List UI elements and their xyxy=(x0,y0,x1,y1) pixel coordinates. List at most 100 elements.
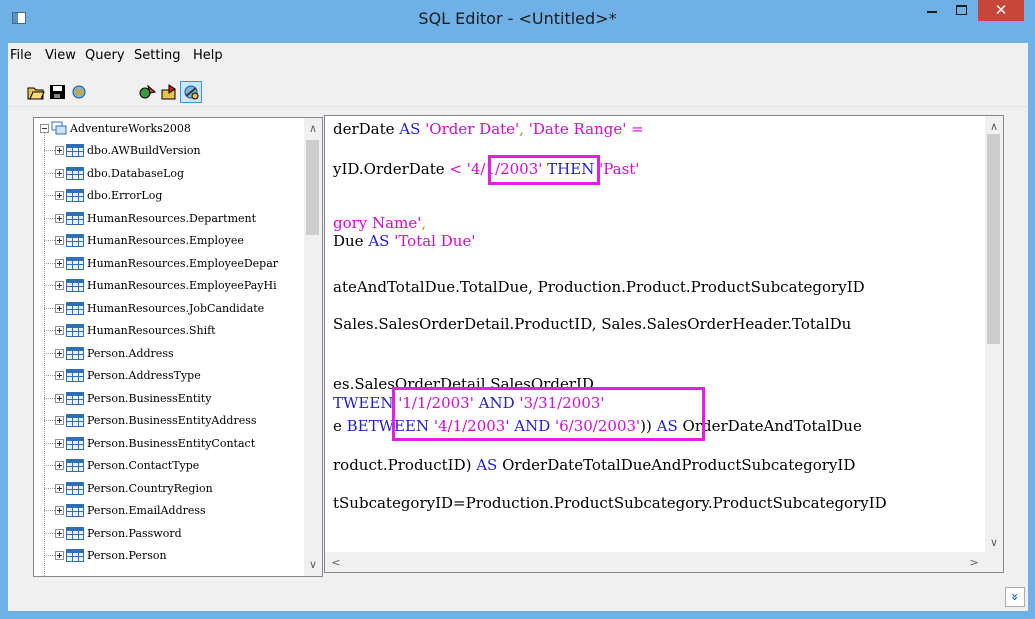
scroll-right-icon[interactable]: > xyxy=(965,554,983,571)
expand-icon[interactable] xyxy=(55,348,64,358)
tree-item-label: HumanResources.EmployeePayHi xyxy=(87,279,277,292)
close-button[interactable]: ✕ xyxy=(978,0,1024,21)
expand-panel-button[interactable]: » xyxy=(1005,587,1025,607)
tree-item-label: dbo.ErrorLog xyxy=(87,189,163,202)
expand-icon[interactable] xyxy=(55,146,64,155)
schema-tree-content: AdventureWorks2008 dbo.AWBuildVersion dbo… xyxy=(34,118,304,576)
tree-item[interactable]: Person.Address xyxy=(34,343,304,365)
maximize-button[interactable] xyxy=(948,0,976,22)
table-icon xyxy=(66,324,84,337)
refresh-button[interactable] xyxy=(68,81,90,103)
tree-item[interactable]: Person.AddressType xyxy=(34,365,304,387)
table-icon xyxy=(66,526,84,540)
sql-code[interactable]: derDate AS 'Order Date', 'Date Range' = … xyxy=(333,116,887,512)
menu-view[interactable]: View xyxy=(45,48,76,63)
expand-icon[interactable] xyxy=(55,438,64,448)
expand-icon[interactable] xyxy=(55,303,64,313)
code-line: gory Name', xyxy=(333,214,427,232)
expand-icon[interactable] xyxy=(55,213,64,223)
table-icon xyxy=(66,301,84,315)
connect-button[interactable] xyxy=(180,81,202,103)
tree-item[interactable]: dbo.DatabaseLog xyxy=(34,163,304,185)
refresh-icon xyxy=(72,85,86,99)
expand-icon[interactable] xyxy=(55,281,64,290)
code-line: ateAndTotalDue.TotalDue, Production.Prod… xyxy=(333,278,865,296)
expand-icon[interactable] xyxy=(55,326,64,335)
tree-item[interactable]: Person.BusinessEntity xyxy=(34,388,304,410)
tree-item[interactable]: dbo.ErrorLog xyxy=(34,185,304,207)
editor-scroll-thumb[interactable] xyxy=(987,134,1000,344)
expand-icon[interactable] xyxy=(55,416,64,425)
code-line: derDate AS 'Order Date', 'Date Range' = xyxy=(333,120,644,138)
tree-item[interactable]: Person.Password xyxy=(34,523,304,545)
tree-item[interactable]: HumanResources.EmployeePayHi xyxy=(34,275,304,297)
tree-item-label: HumanResources.EmployeeDepar xyxy=(87,256,279,270)
tree-item-label: Person.CountryRegion xyxy=(87,481,213,495)
tree-item[interactable]: HumanResources.Employee xyxy=(34,230,304,252)
expand-icon[interactable] xyxy=(55,258,64,268)
menu-setting[interactable]: Setting xyxy=(134,48,181,63)
connect-icon xyxy=(184,85,199,100)
tree-item[interactable]: HumanResources.JobCandidate xyxy=(34,298,304,320)
tree-item-label: Person.Address xyxy=(87,346,174,360)
expand-icon[interactable] xyxy=(55,191,64,200)
tree-item[interactable]: Person.BusinessEntityAddress xyxy=(34,410,304,432)
save-button[interactable] xyxy=(46,81,68,103)
scroll-down-icon[interactable]: ∨ xyxy=(304,556,322,573)
collapse-icon[interactable] xyxy=(40,124,49,133)
table-icon xyxy=(66,481,84,495)
import-icon xyxy=(161,84,176,100)
table-icon xyxy=(66,414,84,427)
expand-icon[interactable] xyxy=(55,528,64,538)
tree-item-label: Person.EmailAddress xyxy=(87,504,206,517)
tree-item[interactable]: Person.CountryRegion xyxy=(34,478,304,500)
close-icon: ✕ xyxy=(994,1,1008,19)
expand-icon[interactable] xyxy=(55,461,64,470)
tree-item[interactable]: HumanResources.Department xyxy=(34,208,304,230)
tree-item[interactable]: Person.ContactType xyxy=(34,455,304,477)
table-icon xyxy=(66,189,84,202)
editor-horizontal-scrollbar[interactable]: < > xyxy=(325,552,1003,572)
menu-query[interactable]: Query xyxy=(85,48,125,63)
menu-file[interactable]: File xyxy=(10,48,32,63)
table-icon xyxy=(66,504,84,517)
expand-icon[interactable] xyxy=(55,168,64,178)
expand-icon[interactable] xyxy=(55,506,64,515)
tree-scroll-thumb[interactable] xyxy=(306,140,319,235)
tree-item[interactable]: Person.BusinessEntityContact xyxy=(34,433,304,455)
scroll-up-icon[interactable]: ∧ xyxy=(304,120,322,137)
scroll-left-icon[interactable]: < xyxy=(327,554,345,571)
import-button[interactable] xyxy=(158,81,180,103)
sql-editor[interactable]: derDate AS 'Order Date', 'Date Range' = … xyxy=(324,115,1004,573)
expand-icon[interactable] xyxy=(55,393,64,403)
table-icon xyxy=(66,211,84,225)
open-folder-icon xyxy=(27,87,45,100)
tree-item[interactable]: HumanResources.EmployeeDepar xyxy=(34,253,304,275)
minimize-button[interactable] xyxy=(918,0,946,22)
table-icon xyxy=(66,144,84,157)
expand-icon[interactable] xyxy=(55,236,64,245)
tree-item[interactable]: Person.EmailAddress xyxy=(34,500,304,522)
code-line: tSubcategoryID=Production.ProductSubcate… xyxy=(333,494,887,512)
tree-vertical-scrollbar[interactable]: ∧ ∨ xyxy=(304,118,322,576)
save-icon xyxy=(50,85,65,99)
expand-icon[interactable] xyxy=(55,371,64,380)
tree-item[interactable]: HumanResources.Shift xyxy=(34,320,304,342)
tree-root[interactable]: AdventureWorks2008 xyxy=(34,118,304,140)
open-button[interactable] xyxy=(24,81,46,103)
editor-vertical-scrollbar[interactable]: ∧ ∨ xyxy=(985,116,1003,554)
tree-item[interactable]: Person.Person xyxy=(34,545,304,567)
tree-item[interactable]: dbo.AWBuildVersion xyxy=(34,140,304,162)
tree-item-label: Person.Person xyxy=(87,549,167,562)
scroll-down-icon[interactable]: ∨ xyxy=(985,534,1003,551)
table-icon xyxy=(66,166,84,180)
expand-icon[interactable] xyxy=(55,483,64,493)
menu-help[interactable]: Help xyxy=(193,48,223,63)
execute-icon xyxy=(139,84,157,99)
execute-button[interactable] xyxy=(136,81,158,103)
expand-icon[interactable] xyxy=(55,551,64,560)
scroll-up-icon[interactable]: ∧ xyxy=(985,118,1003,135)
tree-item-label: Person.Password xyxy=(87,526,182,540)
code-line: Due AS 'Total Due' xyxy=(333,232,476,250)
title-bar[interactable]: SQL Editor - <Untitled>* ✕ xyxy=(0,0,1035,42)
